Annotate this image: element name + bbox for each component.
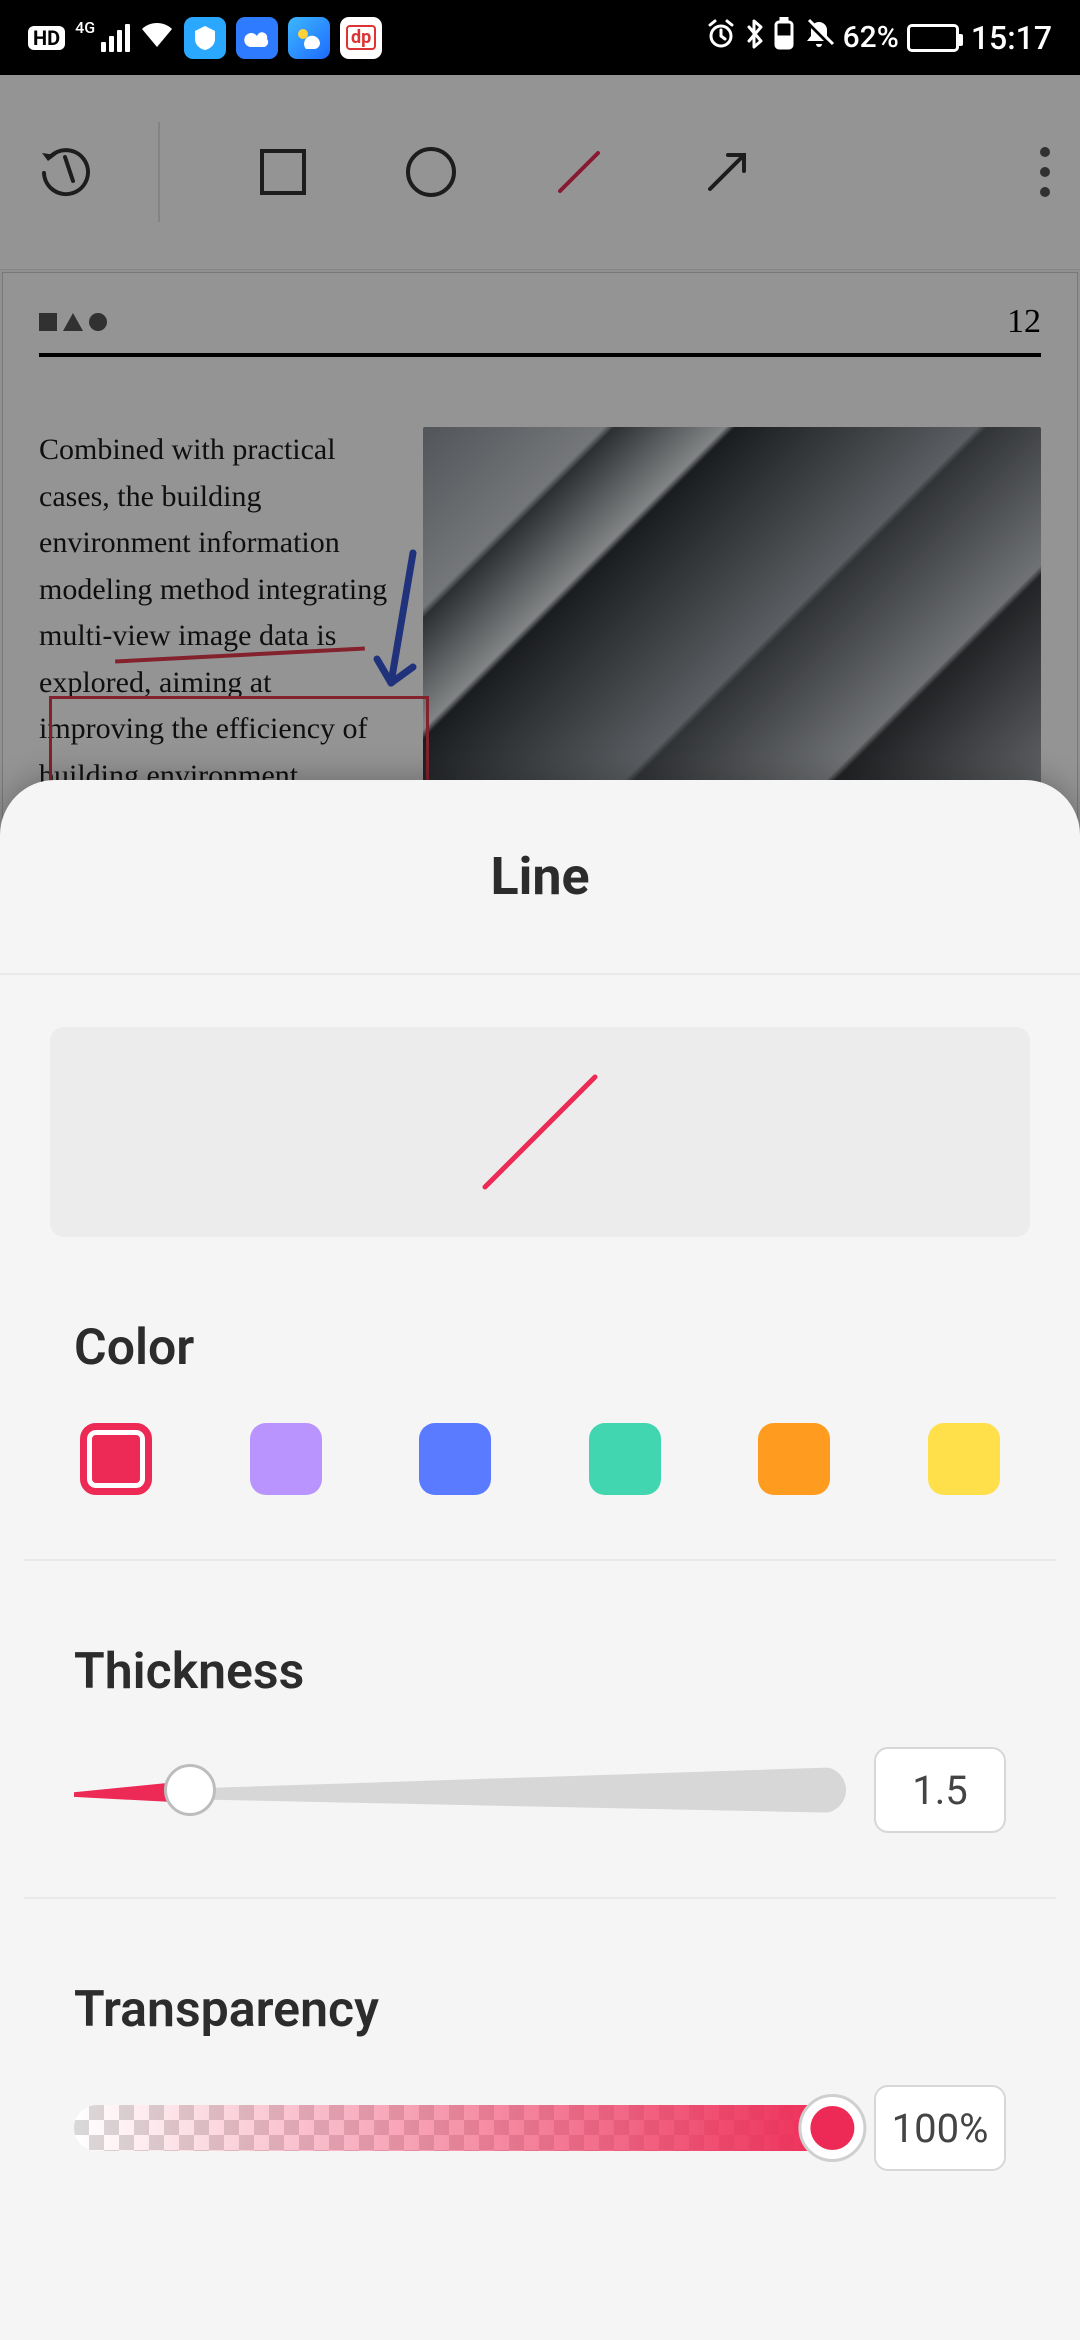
- color-swatch-purple[interactable]: [250, 1423, 322, 1495]
- battery-percent: 62%: [843, 20, 899, 55]
- transparency-slider-thumb[interactable]: [798, 2094, 866, 2162]
- color-swatch-row: [74, 1423, 1006, 1559]
- bluetooth-icon: [745, 18, 765, 58]
- cellular-signal-icon: [101, 24, 130, 52]
- thickness-heading: Thickness: [74, 1643, 1006, 1701]
- status-left: HD 4G dp: [28, 17, 382, 59]
- app-chip-1: [184, 17, 226, 59]
- wifi-icon: [140, 20, 174, 55]
- app-chip-4: dp: [340, 17, 382, 59]
- thickness-value: 1.5: [874, 1747, 1006, 1833]
- app-chip-2: [236, 17, 278, 59]
- transparency-slider[interactable]: [74, 2105, 846, 2151]
- hd-badge: HD: [28, 26, 65, 50]
- color-swatch-teal[interactable]: [589, 1423, 661, 1495]
- color-swatch-red[interactable]: [80, 1423, 152, 1495]
- mute-icon: [803, 18, 835, 58]
- color-swatch-orange[interactable]: [758, 1423, 830, 1495]
- color-swatch-blue[interactable]: [419, 1423, 491, 1495]
- transparency-value: 100%: [874, 2085, 1006, 2171]
- app-chip-3: [288, 17, 330, 59]
- status-right: 62% ✦ 15:17: [705, 17, 1052, 59]
- divider: [24, 1897, 1056, 1899]
- network-type: 4G: [75, 18, 95, 37]
- color-swatch-yellow[interactable]: [928, 1423, 1000, 1495]
- clock-text: 15:17: [971, 19, 1052, 57]
- transparency-heading: Transparency: [74, 1981, 1006, 2039]
- line-settings-sheet: Line Color Thickness: [0, 780, 1080, 2340]
- status-bar: HD 4G dp 62%: [0, 0, 1080, 75]
- color-heading: Color: [74, 1319, 1006, 1377]
- divider: [24, 1559, 1056, 1561]
- thickness-slider[interactable]: [74, 1767, 846, 1813]
- alarm-icon: [705, 18, 737, 58]
- battery-icon: ✦: [907, 24, 959, 52]
- thickness-slider-thumb[interactable]: [164, 1764, 216, 1816]
- sheet-title: Line: [0, 780, 1080, 975]
- battery-saver-icon: [773, 17, 795, 59]
- line-preview: [50, 1027, 1030, 1237]
